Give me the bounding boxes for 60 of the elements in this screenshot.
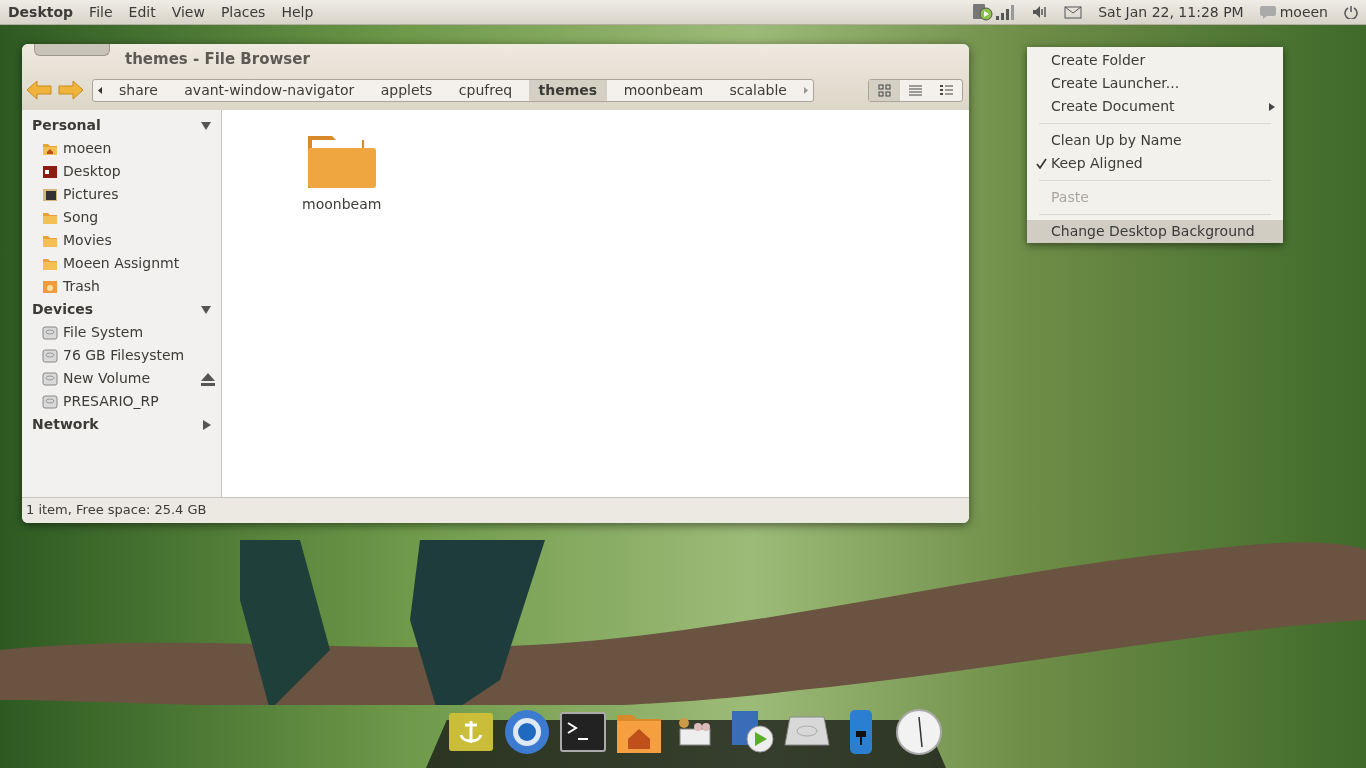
- menu-item[interactable]: File: [89, 1, 113, 23]
- status-text: 1 item, Free space: 25.4 GB: [22, 497, 969, 523]
- section-heading[interactable]: Personal: [32, 114, 101, 137]
- path-button[interactable]: scalable: [719, 80, 797, 101]
- path-button[interactable]: themes: [528, 80, 608, 101]
- pictures-folder-icon: [42, 186, 58, 203]
- view-button[interactable]: [869, 80, 900, 101]
- sidebar-item[interactable]: Song: [22, 206, 221, 229]
- clock-icon[interactable]: [896, 709, 942, 755]
- path-button[interactable]: cpufreq: [448, 80, 523, 101]
- drive-icon: [42, 393, 58, 410]
- path-button[interactable]: share: [109, 80, 168, 101]
- sidebar-item[interactable]: Trash: [22, 275, 221, 298]
- mail-icon[interactable]: [1064, 5, 1083, 19]
- collapse-triangle-icon[interactable]: [201, 305, 211, 314]
- sidebar-item[interactable]: Movies: [22, 229, 221, 252]
- menu-item[interactable]: Create Folder: [1027, 49, 1283, 72]
- menu-item[interactable]: Clean Up by Name: [1027, 129, 1283, 152]
- drive-icon: [42, 347, 58, 364]
- sidebar-item[interactable]: File System: [22, 321, 221, 344]
- sidebar-item[interactable]: Moeen Assignmt: [22, 252, 221, 275]
- trash-icon: [42, 278, 58, 295]
- terminal-icon[interactable]: [560, 709, 606, 755]
- path-button[interactable]: moonbeam: [613, 80, 713, 101]
- menu-item[interactable]: Edit: [128, 1, 156, 23]
- collapse-triangle-icon[interactable]: [201, 121, 211, 130]
- menu-item[interactable]: Help: [281, 1, 314, 23]
- icons-view-icon: [877, 83, 892, 98]
- drive-icon: [42, 324, 58, 341]
- expand-triangle-icon[interactable]: [203, 419, 211, 430]
- section-heading[interactable]: Network: [32, 413, 99, 436]
- compact-view-icon: [939, 83, 954, 98]
- volume-icon[interactable]: [1032, 5, 1049, 19]
- section-heading[interactable]: Devices: [32, 298, 94, 321]
- power-icon[interactable]: [1344, 5, 1358, 19]
- app-name[interactable]: Desktop: [8, 1, 74, 23]
- menu-item[interactable]: Places: [220, 1, 266, 23]
- sidebar-item[interactable]: Desktop: [22, 160, 221, 183]
- clock[interactable]: Sat Jan 22, 11:28 PM: [1098, 1, 1244, 23]
- sidebar-item[interactable]: Pictures: [22, 183, 221, 206]
- menu-item[interactable]: Create Document: [1027, 95, 1283, 118]
- desktop-icon: [42, 163, 58, 180]
- user-name[interactable]: moeen: [1279, 1, 1328, 23]
- sidebar-item[interactable]: moeen: [22, 137, 221, 160]
- menu-item[interactable]: View: [171, 1, 205, 23]
- path-button[interactable]: applets: [370, 80, 443, 101]
- drive-icon: [42, 370, 58, 387]
- menu-item[interactable]: Keep Aligned: [1027, 152, 1283, 175]
- menu-item[interactable]: Change Desktop Background: [1027, 220, 1283, 243]
- file-name[interactable]: moonbeam: [302, 194, 382, 215]
- eject-icon[interactable]: [201, 371, 215, 386]
- list-view-icon: [908, 83, 923, 98]
- menu-item[interactable]: Create Launcher...: [1027, 72, 1283, 95]
- sidebar-item[interactable]: PRESARIO_RP: [22, 390, 221, 413]
- browser-icon[interactable]: [504, 709, 550, 755]
- sidebar-item[interactable]: 76 GB Filesystem: [22, 344, 221, 367]
- window-title: themes - File Browser: [125, 49, 310, 70]
- network-icon[interactable]: [972, 3, 1017, 21]
- sidebar-item[interactable]: New Volume: [22, 367, 221, 390]
- path-button[interactable]: avant-window-navigator: [174, 80, 365, 101]
